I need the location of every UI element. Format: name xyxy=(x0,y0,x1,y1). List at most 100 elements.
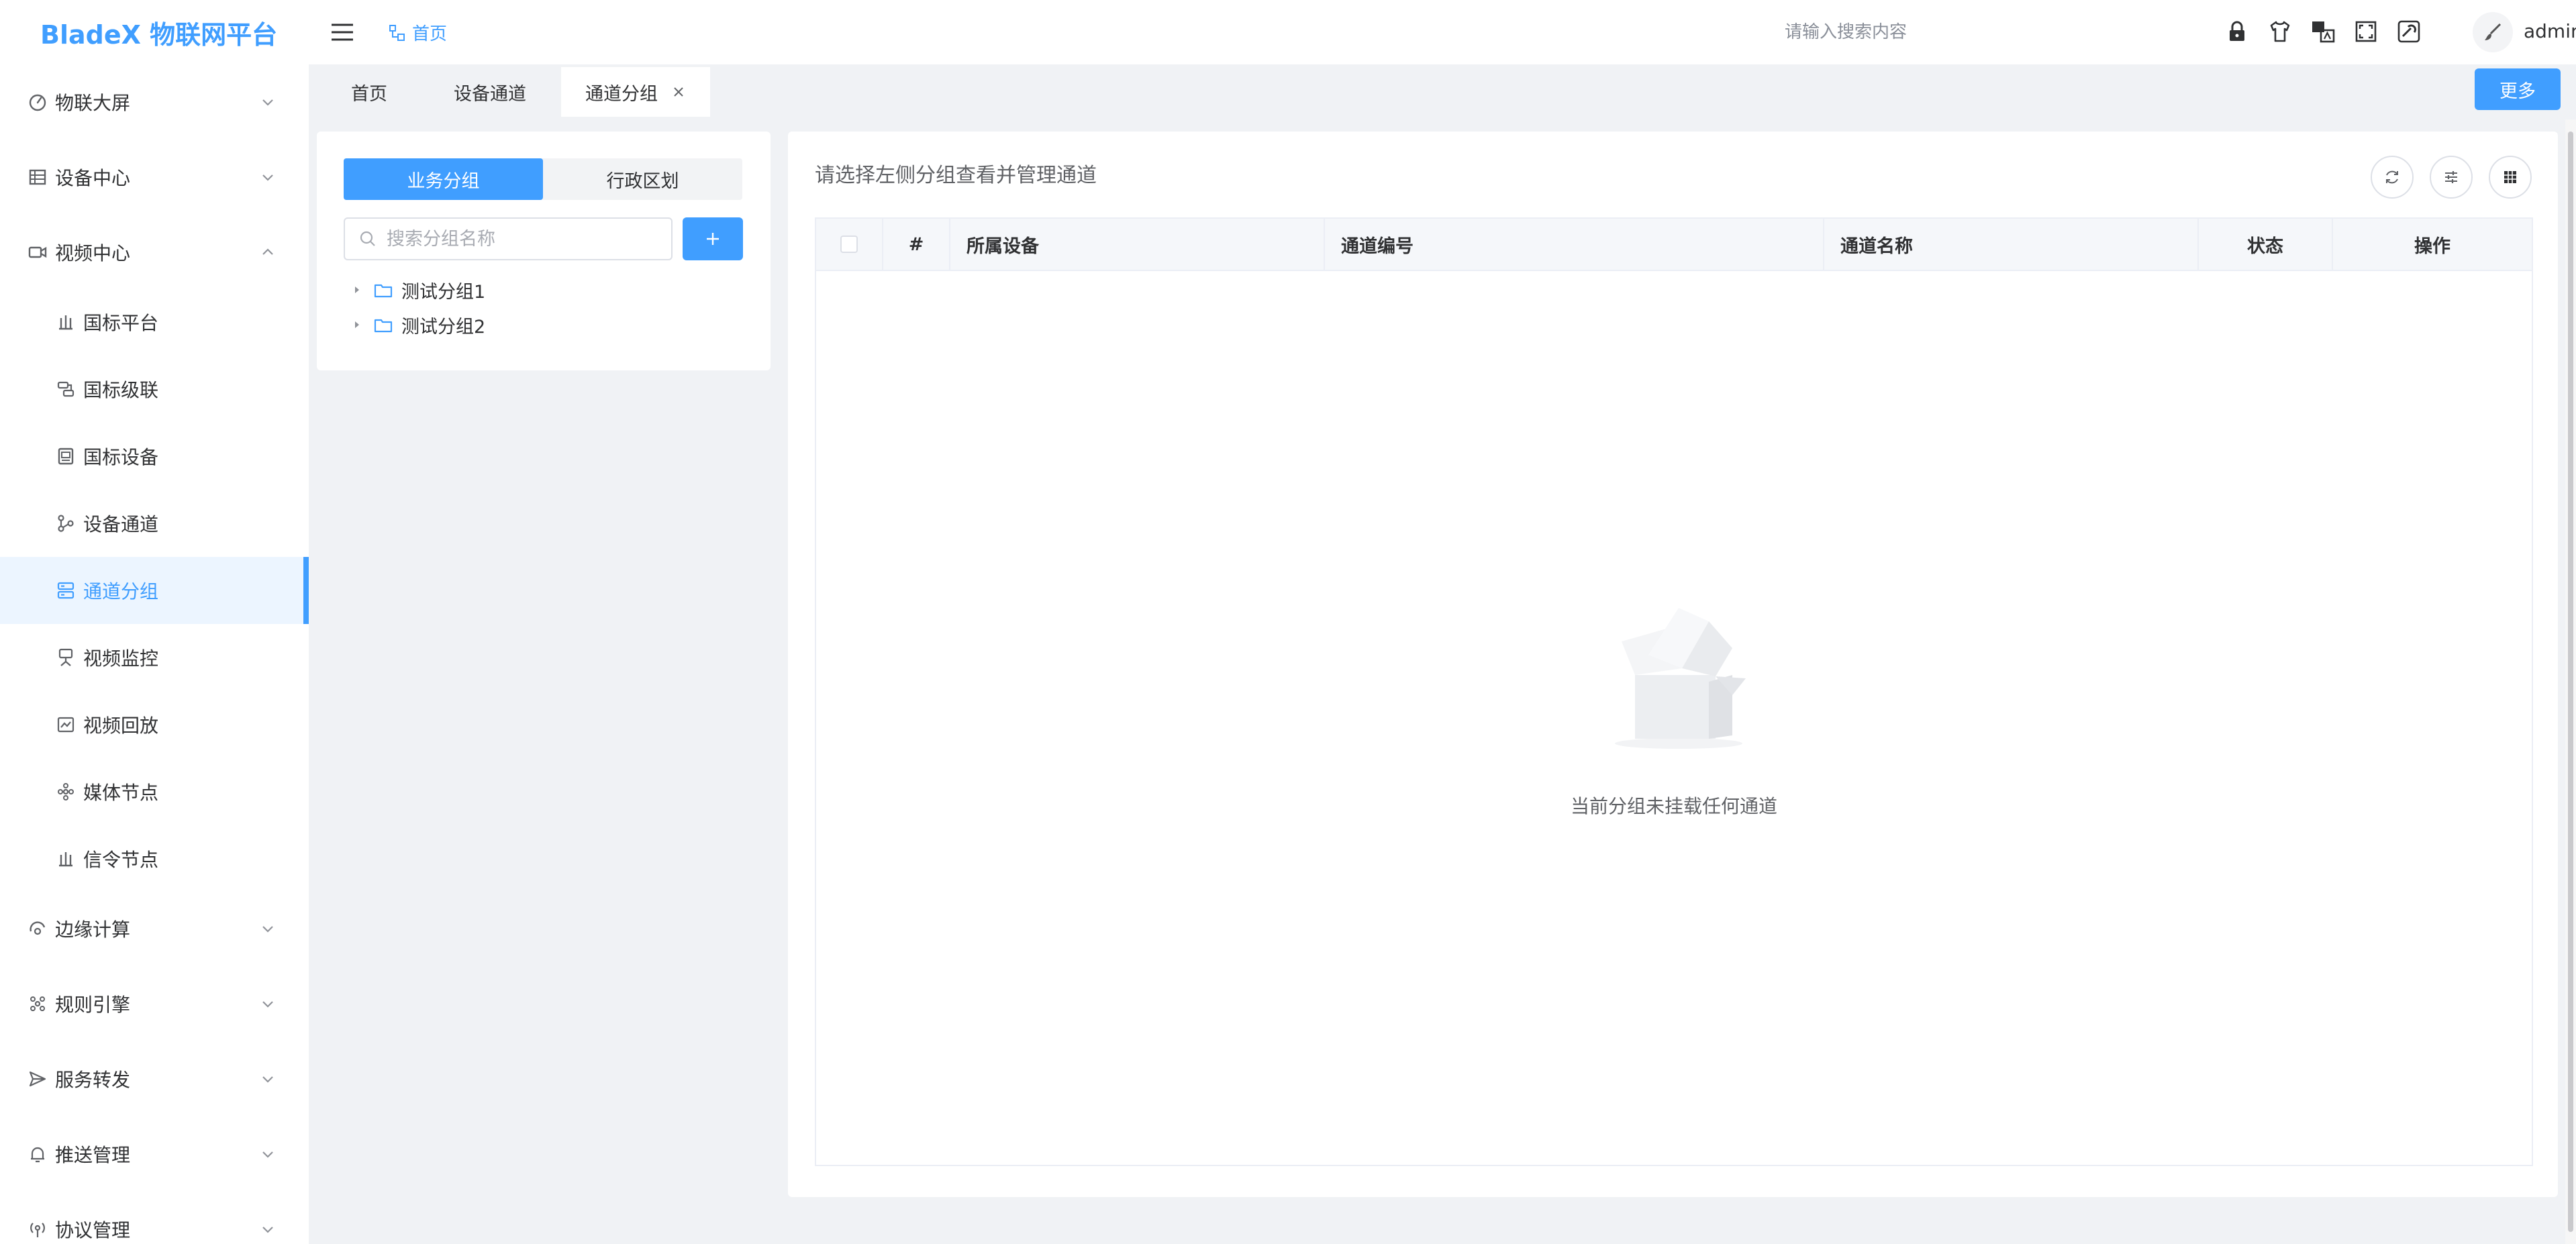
sidebar-item-rule-engine[interactable]: 规则引擎 xyxy=(0,966,309,1041)
sidebar-item-label: 边缘计算 xyxy=(55,919,131,941)
page-scrollbar[interactable] xyxy=(2565,119,2576,1244)
sidebar-item-label: 国标平台 xyxy=(83,312,159,334)
edge-icon xyxy=(30,921,46,935)
bell-icon xyxy=(31,1147,44,1163)
sidebar-item-video-monitor[interactable]: 视频监控 xyxy=(0,624,309,691)
sidebar: BladeX 物联网平台 物联大屏 设备中心 视频中心 国标平台 国标级联 国标… xyxy=(0,0,309,1244)
refresh-button[interactable] xyxy=(2371,156,2414,199)
tag-channel-group[interactable]: 通道分组 xyxy=(561,67,710,117)
breadcrumb-home[interactable]: 首页 xyxy=(412,20,447,45)
sidebar-item-device-channel[interactable]: 设备通道 xyxy=(0,490,309,557)
hamburger-menu-icon[interactable] xyxy=(329,19,356,46)
tag-home[interactable]: 首页 xyxy=(309,67,430,117)
sidebar-item-label: 视频回放 xyxy=(83,715,159,737)
signal-node-icon xyxy=(59,852,72,867)
close-icon[interactable] xyxy=(671,85,686,99)
breadcrumb[interactable]: 首页 xyxy=(388,20,447,45)
tree-node-label: 测试分组1 xyxy=(401,281,486,303)
channel-panel: 请选择左侧分组查看并管理通道 # 所属设备 通道编号 通道名称 状态 操作 当前… xyxy=(788,132,2558,1197)
sidebar-item-signal-node[interactable]: 信令节点 xyxy=(0,825,309,892)
global-search-input[interactable] xyxy=(1638,17,2054,47)
sidebar-item-iot-screen[interactable]: 物联大屏 xyxy=(0,64,309,140)
sidebar-item-label: 媒体节点 xyxy=(83,782,159,804)
more-button[interactable]: 更多 xyxy=(2475,68,2561,110)
caret-right-icon[interactable] xyxy=(352,284,362,295)
playback-icon xyxy=(57,717,75,733)
channel-table: # 所属设备 通道编号 通道名称 状态 操作 当前分组未挂载任何通道 xyxy=(815,217,2533,1166)
sidebar-item-label: 国标级联 xyxy=(83,379,159,401)
sidebar-item-video-center[interactable]: 视频中心 xyxy=(0,215,309,290)
column-index: # xyxy=(883,219,950,270)
group-search-input[interactable] xyxy=(385,227,671,250)
sidebar-item-channel-group[interactable]: 通道分组 xyxy=(0,557,309,624)
column-channel-name: 通道名称 xyxy=(1824,219,2199,270)
send-icon xyxy=(29,1071,46,1087)
top-header: 首页 admin xyxy=(309,0,2576,64)
folder-icon xyxy=(374,284,393,298)
sidebar-item-gb-cascade[interactable]: 国标级联 xyxy=(0,356,309,423)
chevron-down-icon xyxy=(262,99,273,106)
sidebar-item-label: 协议管理 xyxy=(55,1219,131,1241)
folder-icon xyxy=(374,319,393,333)
sidebar-item-label: 服务转发 xyxy=(55,1069,131,1091)
tree-node-label: 测试分组2 xyxy=(401,316,486,338)
chevron-down-icon xyxy=(262,1151,273,1158)
lock-icon[interactable] xyxy=(2224,19,2250,44)
sidebar-item-label: 规则引擎 xyxy=(55,994,131,1016)
add-group-button[interactable] xyxy=(683,217,743,260)
caret-right-icon[interactable] xyxy=(352,319,362,330)
sidebar-item-device-center[interactable]: 设备中心 xyxy=(0,140,309,215)
channel-icon xyxy=(58,515,74,532)
sidebar-item-media-node[interactable]: 媒体节点 xyxy=(0,758,309,825)
sidebar-item-video-playback[interactable]: 视频回放 xyxy=(0,691,309,758)
tag-label: 通道分组 xyxy=(585,83,658,105)
chevron-down-icon xyxy=(262,1001,273,1008)
fullscreen-icon[interactable] xyxy=(2353,19,2379,44)
scrollbar-thumb[interactable] xyxy=(2568,132,2573,1232)
tab-business-group[interactable]: 业务分组 xyxy=(344,158,543,200)
media-node-icon xyxy=(58,783,74,800)
select-all-checkbox[interactable] xyxy=(816,219,883,270)
tag-device-channel[interactable]: 设备通道 xyxy=(430,67,550,117)
sidebar-item-edge-computing[interactable]: 边缘计算 xyxy=(0,891,309,966)
column-status: 状态 xyxy=(2199,219,2333,270)
language-icon[interactable] xyxy=(2310,19,2336,44)
theme-shirt-icon[interactable] xyxy=(2267,19,2293,44)
platform-icon xyxy=(59,315,72,330)
column-channel-id: 通道编号 xyxy=(1325,219,1824,270)
sidebar-item-protocol-management[interactable]: 协议管理 xyxy=(0,1192,309,1244)
sidebar-item-gb-platform[interactable]: 国标平台 xyxy=(0,289,309,356)
username[interactable]: admin xyxy=(2524,20,2576,42)
sidebar-item-label: 推送管理 xyxy=(55,1144,131,1166)
column-actions: 操作 xyxy=(2414,236,2450,257)
cascade-icon xyxy=(57,381,75,397)
refresh-icon xyxy=(2386,170,2398,184)
group-type-switch: 业务分组 行政区划 xyxy=(344,158,742,200)
sidebar-item-label: 通道分组 xyxy=(83,580,159,603)
search-icon xyxy=(360,231,375,246)
settings-icon[interactable] xyxy=(2396,19,2422,44)
app-logo: BladeX 物联网平台 xyxy=(40,19,278,50)
rule-icon xyxy=(30,996,45,1011)
grid-icon xyxy=(29,169,46,185)
tree-node-group-1[interactable]: 测试分组1 xyxy=(352,274,485,306)
avatar[interactable] xyxy=(2473,12,2513,52)
brush-icon xyxy=(2485,23,2501,40)
global-search[interactable] xyxy=(1638,17,2054,47)
sidebar-item-push-management[interactable]: 推送管理 xyxy=(0,1117,309,1192)
chevron-down-icon xyxy=(262,926,273,933)
tag-label: 首页 xyxy=(351,83,387,105)
filter-button[interactable] xyxy=(2430,156,2473,199)
sidebar-item-gb-device[interactable]: 国标设备 xyxy=(0,423,309,490)
column-device: 所属设备 xyxy=(950,219,1325,270)
chevron-up-icon xyxy=(262,248,273,255)
tree-node-group-2[interactable]: 测试分组2 xyxy=(352,309,485,341)
chevron-down-icon xyxy=(262,1227,273,1233)
group-search-field[interactable] xyxy=(344,217,673,260)
sidebar-item-label: 设备中心 xyxy=(55,167,131,189)
columns-button[interactable] xyxy=(2489,156,2532,199)
empty-box-icon xyxy=(1615,608,1746,749)
tab-admin-region[interactable]: 行政区划 xyxy=(543,158,742,200)
tag-label: 设备通道 xyxy=(454,83,526,105)
sidebar-item-service-forward[interactable]: 服务转发 xyxy=(0,1041,309,1117)
